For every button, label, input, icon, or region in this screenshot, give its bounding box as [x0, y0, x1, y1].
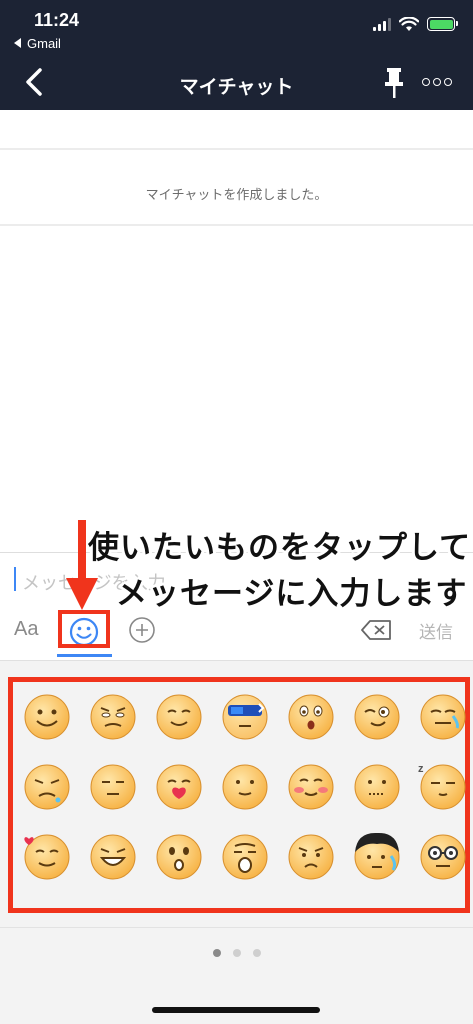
page-indicator: [0, 949, 473, 957]
emoji-worried[interactable]: [87, 690, 139, 742]
emoji-content[interactable]: [153, 690, 205, 742]
svg-text:z: z: [418, 763, 424, 775]
emoji-sleepy[interactable]: z: [417, 760, 469, 812]
emoji-nerd-glasses[interactable]: [417, 830, 469, 882]
back-to-app-link[interactable]: Gmail: [14, 36, 61, 51]
status-time: 11:24: [34, 10, 80, 30]
add-icon[interactable]: [128, 616, 156, 644]
back-triangle-icon: [14, 38, 21, 48]
header: 11:24 Gmail マイチャット: [0, 0, 473, 110]
app-root: 11:24 Gmail マイチャット マイチャットを作成しました。 メッセージを…: [0, 0, 473, 1024]
emoji-tab-indicator: [57, 654, 112, 657]
emoji-cool-sunglasses[interactable]: [219, 690, 271, 742]
emoji-smile[interactable]: [21, 690, 73, 742]
emoji-kiss[interactable]: [153, 760, 205, 812]
page-dot[interactable]: [252, 949, 261, 957]
signal-icon: [373, 17, 391, 31]
page-dot[interactable]: [212, 949, 221, 957]
annotation-highlight-box: [58, 610, 110, 648]
emoji-panel: z: [0, 660, 473, 1024]
send-button[interactable]: 送信: [419, 618, 453, 643]
emoji-sad-tear[interactable]: [21, 760, 73, 812]
home-indicator: [152, 1007, 320, 1013]
battery-icon: [427, 17, 458, 31]
emoji-sweat-hair[interactable]: [351, 830, 403, 882]
back-app-label: Gmail: [27, 36, 61, 51]
emoji-surprised[interactable]: [285, 690, 337, 742]
emoji-blush[interactable]: [285, 760, 337, 812]
emoji-love[interactable]: [21, 830, 73, 882]
text-mode-button[interactable]: Aa: [14, 618, 38, 641]
emoji-grin[interactable]: [87, 830, 139, 882]
emoji-wink[interactable]: [351, 690, 403, 742]
status-indicators: [373, 14, 458, 34]
pin-icon[interactable]: [380, 66, 408, 100]
emoji-speechless[interactable]: [351, 760, 403, 812]
backspace-icon[interactable]: [360, 616, 394, 644]
text-caret: [14, 567, 16, 591]
annotation-line-2: メッセージに入力します: [116, 576, 468, 611]
annotation-line-1: 使いたいものをタップして: [88, 530, 472, 565]
chat-divider: [0, 148, 473, 150]
emoji-frown[interactable]: [285, 830, 337, 882]
system-message: マイチャットを作成しました。: [145, 187, 328, 202]
annotation-arrow-icon: [66, 520, 98, 610]
wifi-icon: [399, 16, 419, 31]
chat-divider: [0, 224, 473, 226]
emoji-gasp[interactable]: [219, 830, 271, 882]
more-options-icon[interactable]: [422, 72, 456, 92]
emoji-crying[interactable]: [417, 690, 469, 742]
page-dot[interactable]: [232, 949, 241, 957]
emoji-calm[interactable]: [219, 760, 271, 812]
panel-divider: [0, 927, 473, 928]
emoji-neutral[interactable]: [87, 760, 139, 812]
emoji-shocked[interactable]: [153, 830, 205, 882]
emoji-grid: z: [8, 677, 470, 913]
